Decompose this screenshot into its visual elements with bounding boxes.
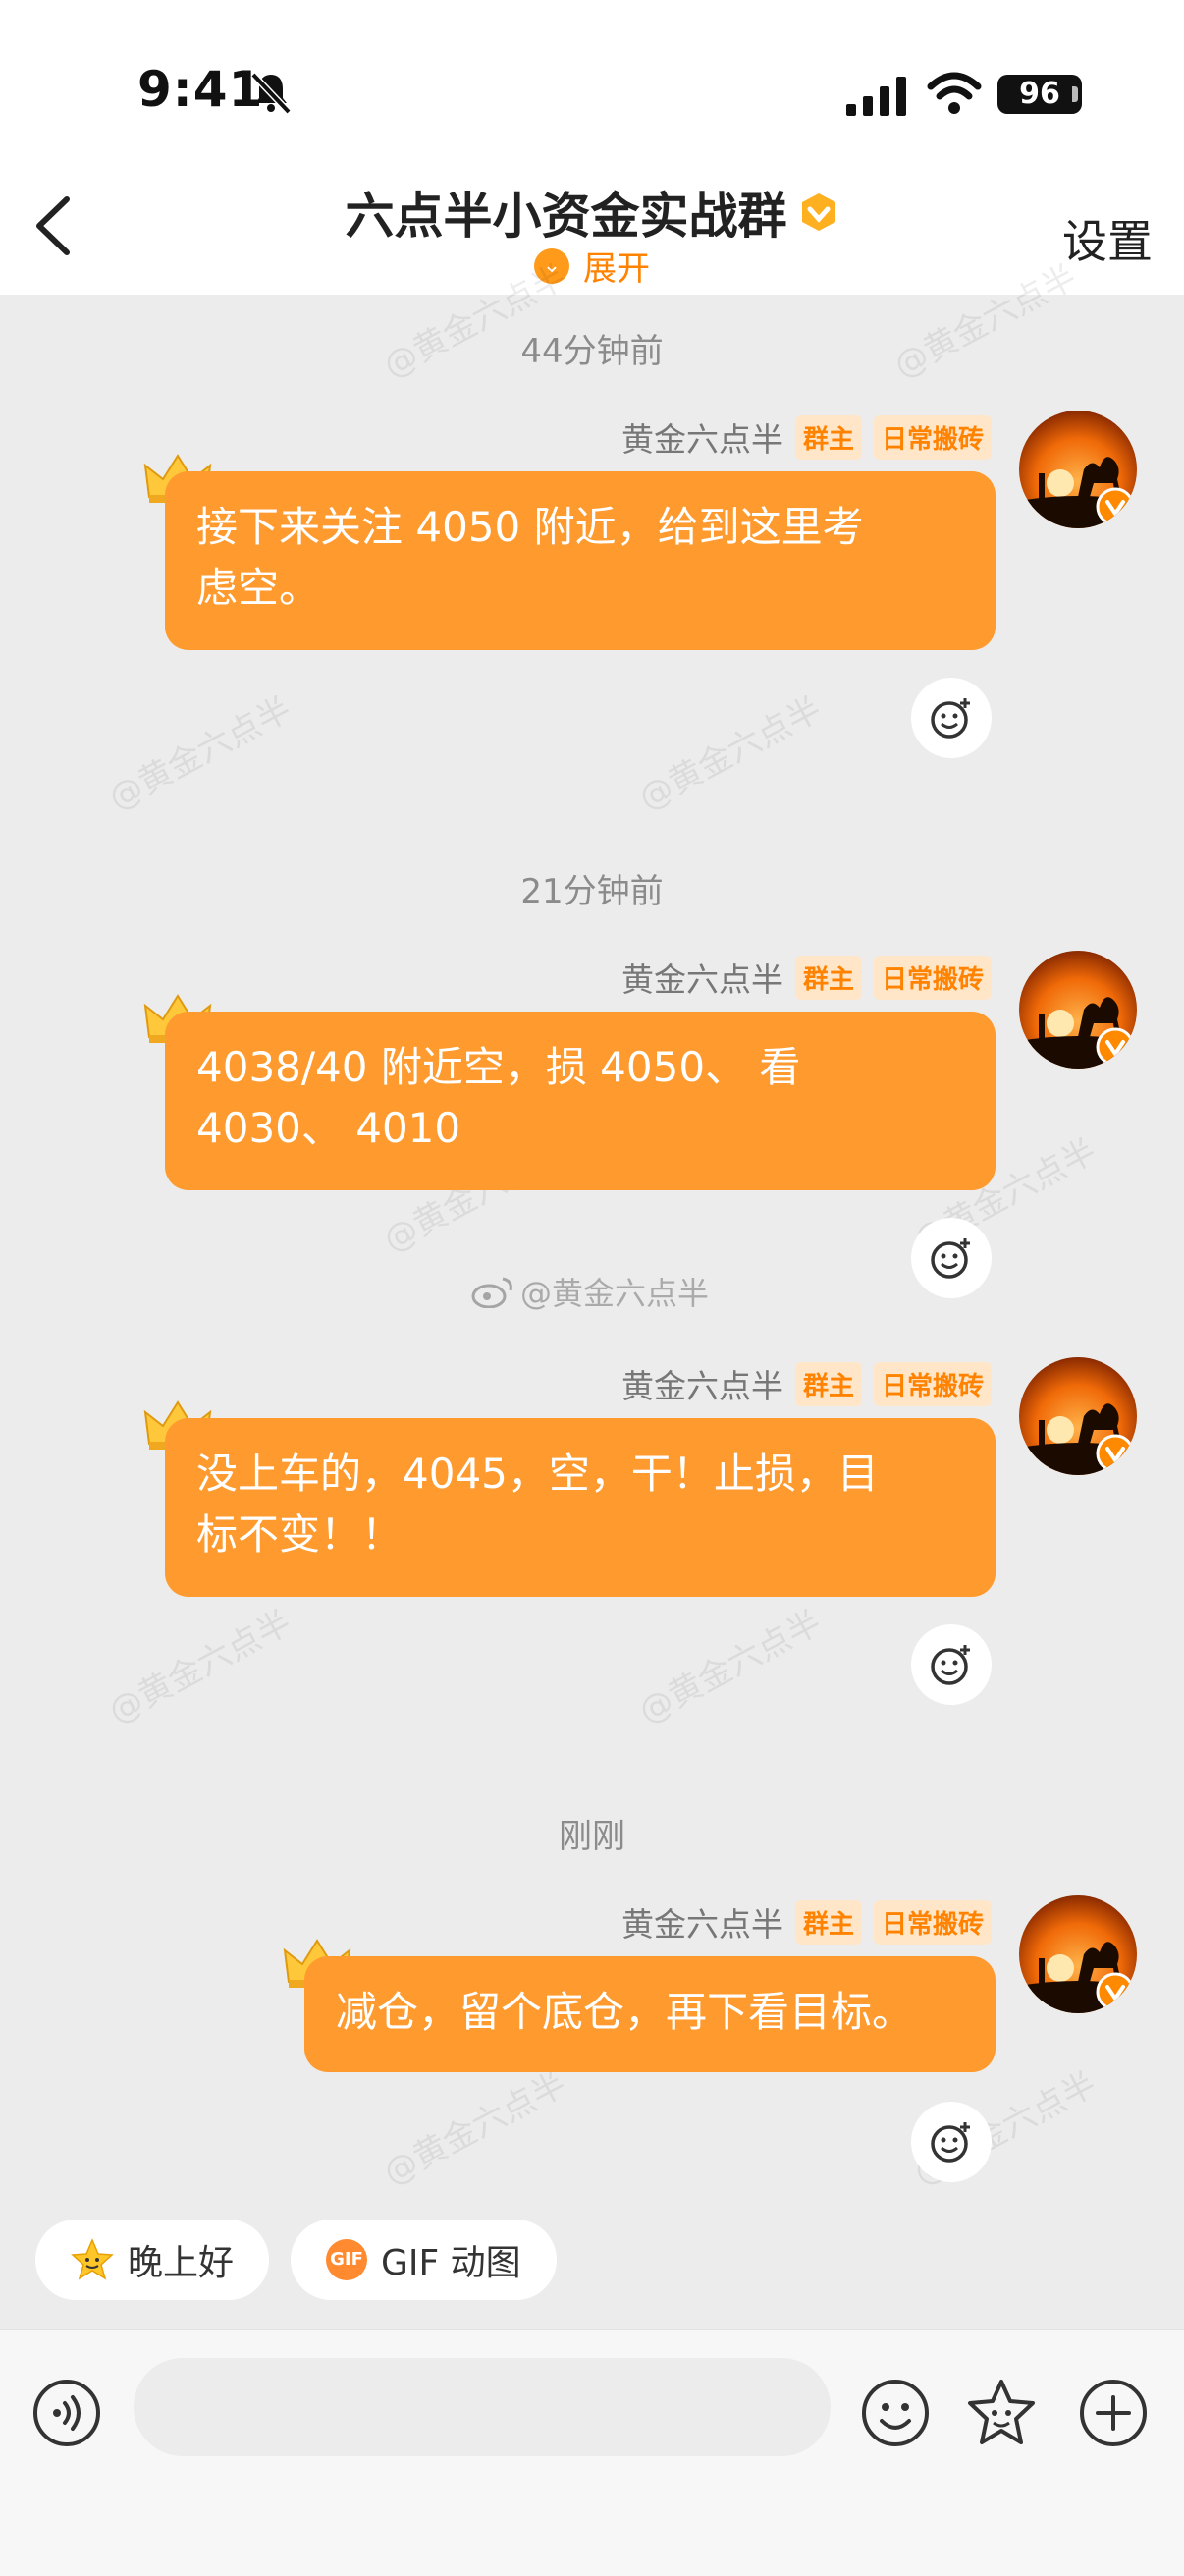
avatar[interactable] xyxy=(1019,951,1137,1069)
verified-badge-icon xyxy=(1096,1972,1135,2011)
bell-muted-icon xyxy=(250,72,292,115)
message-line: 4030、 4010 xyxy=(196,1104,461,1152)
message-input[interactable] xyxy=(134,2358,831,2456)
verified-badge-icon xyxy=(1096,1027,1135,1067)
timestamp: 刚刚 xyxy=(559,1817,625,1856)
avatar[interactable] xyxy=(1019,411,1137,528)
message-line: 没上车的，4045，空，干！止损，目 xyxy=(196,1450,879,1498)
watermark: @黄金六点半 xyxy=(102,1603,298,1732)
title-badge: 日常搬砖 xyxy=(873,1899,992,1945)
verified-group-icon xyxy=(801,193,835,231)
watermark-text: @黄金六点半 xyxy=(520,1275,710,1312)
quick-reply-label: 晚上好 xyxy=(128,2243,235,2283)
battery-tip xyxy=(1072,86,1078,102)
sender-row: 黄金六点半 群主 日常搬砖 xyxy=(621,1360,992,1407)
status-bar: 9:41 96 xyxy=(0,0,1184,167)
sender-row: 黄金六点半 群主 日常搬砖 xyxy=(621,1898,992,1946)
watermark: @黄金六点半 xyxy=(377,2064,573,2194)
status-time: 9:41 xyxy=(137,61,264,118)
owner-badge: 群主 xyxy=(794,955,862,1000)
quick-reply-chip[interactable]: GIF GIF 动图 xyxy=(291,2220,557,2300)
battery-indicator: 96 xyxy=(997,75,1082,114)
watermark: @黄金六点半 xyxy=(632,1603,829,1732)
sender-name[interactable]: 黄金六点半 xyxy=(621,1898,783,1946)
add-reaction-icon xyxy=(931,2122,970,2163)
message-bubble[interactable]: 减仓，留个底仓，再下看目标。 xyxy=(304,1956,996,2072)
title-badge: 日常搬砖 xyxy=(873,1361,992,1406)
watermark: @黄金六点半 xyxy=(102,689,298,819)
message-bubble[interactable]: 没上车的，4045，空，干！止损，目 标不变！！ xyxy=(165,1418,996,1597)
voice-input-icon[interactable] xyxy=(31,2378,102,2448)
message-bubble[interactable]: 接下来关注 4050 附近，给到这里考 虑空。 xyxy=(165,471,996,650)
avatar[interactable] xyxy=(1019,1357,1137,1475)
quick-reply-label: GIF 动图 xyxy=(381,2243,521,2283)
chat-header: 六点半小资金实战群 ⌄ 展开 设置 xyxy=(0,167,1184,295)
message-line: 4038/40 附近空，损 4050、 看 xyxy=(196,1043,801,1091)
title-row: 六点半小资金实战群 xyxy=(0,167,1184,247)
sender-row: 黄金六点半 群主 日常搬砖 xyxy=(621,413,992,461)
star-emoji-icon xyxy=(71,2238,114,2280)
input-bar xyxy=(0,2329,1184,2576)
add-reaction-button[interactable] xyxy=(911,1218,992,1298)
sticker-icon[interactable] xyxy=(966,2378,1037,2448)
quick-reply-bar: 晚上好 GIF GIF 动图 xyxy=(35,2220,557,2300)
message-line: 接下来关注 4050 附近，给到这里考 xyxy=(196,503,864,551)
settings-button[interactable]: 设置 xyxy=(1062,206,1153,271)
timestamp: 21分钟前 xyxy=(520,872,664,911)
emoji-picker-icon[interactable] xyxy=(860,2378,931,2448)
expand-label: 展开 xyxy=(583,249,650,289)
message-line: 减仓，留个底仓，再下看目标。 xyxy=(336,1988,914,2036)
weibo-watermark: @黄金六点半 xyxy=(471,1269,709,1314)
weibo-icon xyxy=(471,1277,512,1308)
sender-name[interactable]: 黄金六点半 xyxy=(621,413,783,461)
sender-name[interactable]: 黄金六点半 xyxy=(621,954,783,1001)
gif-icon: GIF xyxy=(326,2239,368,2280)
owner-badge: 群主 xyxy=(794,1899,862,1945)
add-reaction-button[interactable] xyxy=(911,678,992,758)
title-badge: 日常搬砖 xyxy=(873,414,992,460)
message-line: 虑空。 xyxy=(196,564,321,612)
owner-badge: 群主 xyxy=(794,414,862,460)
sender-row: 黄金六点半 群主 日常搬砖 xyxy=(621,954,992,1001)
title-badge: 日常搬砖 xyxy=(873,955,992,1000)
wifi-icon xyxy=(927,72,982,114)
avatar[interactable] xyxy=(1019,1895,1137,2013)
group-title[interactable]: 六点半小资金实战群 xyxy=(345,177,786,247)
message-line: 标不变！！ xyxy=(196,1510,404,1559)
add-reaction-icon xyxy=(931,1645,970,1685)
add-reaction-icon xyxy=(931,698,970,739)
owner-badge: 群主 xyxy=(794,1361,862,1406)
timestamp: 44分钟前 xyxy=(520,332,664,371)
add-reaction-icon xyxy=(931,1238,970,1279)
cellular-signal-icon xyxy=(846,77,906,116)
add-reaction-button[interactable] xyxy=(911,2102,992,2182)
add-more-icon[interactable] xyxy=(1078,2378,1149,2448)
verified-badge-icon xyxy=(1096,1434,1135,1473)
message-bubble[interactable]: 4038/40 附近空，损 4050、 看 4030、 4010 xyxy=(165,1012,996,1190)
quick-reply-chip[interactable]: 晚上好 xyxy=(35,2220,270,2300)
add-reaction-button[interactable] xyxy=(911,1624,992,1705)
watermark: @黄金六点半 xyxy=(632,689,829,819)
verified-badge-icon xyxy=(1096,487,1135,526)
sender-name[interactable]: 黄金六点半 xyxy=(621,1360,783,1407)
